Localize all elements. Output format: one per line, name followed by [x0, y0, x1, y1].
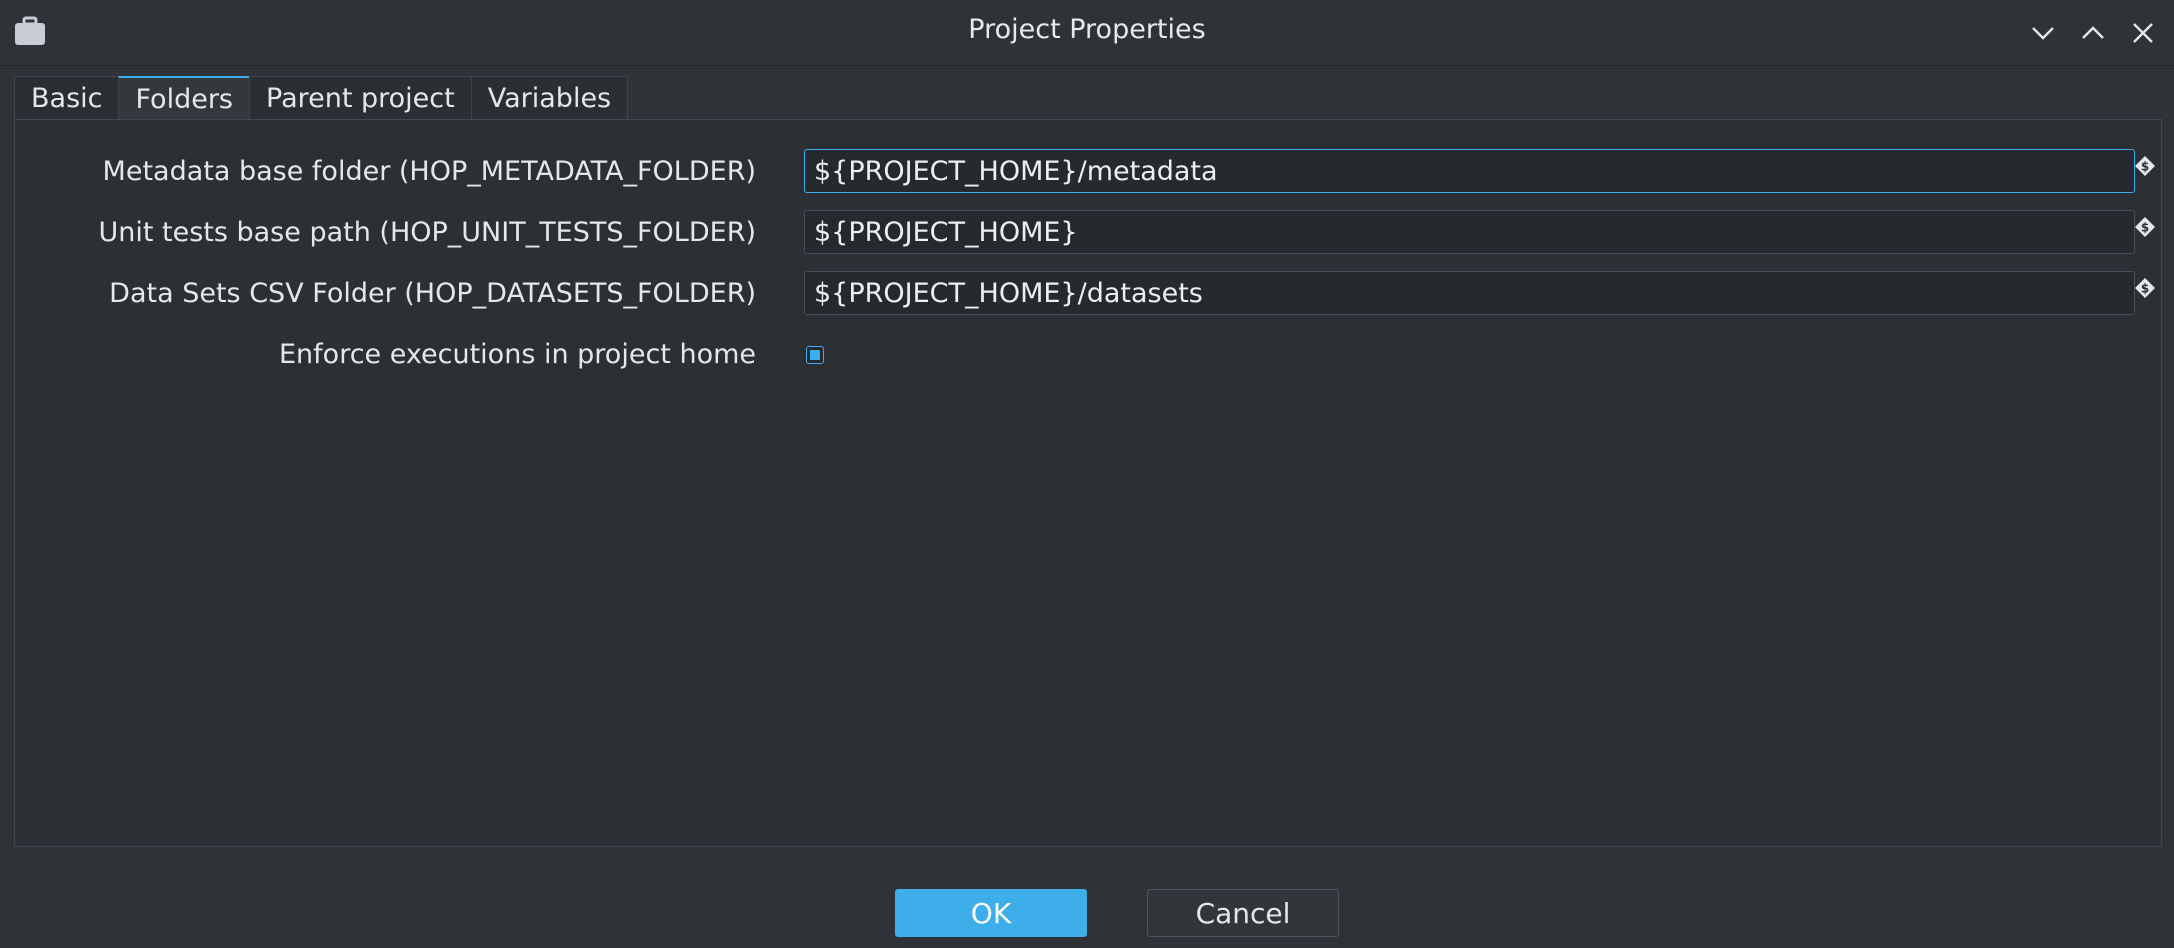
- datasets-folder-label: Data Sets CSV Folder (HOP_DATASETS_FOLDE…: [109, 278, 756, 309]
- title-bar: Project Properties: [0, 0, 2174, 66]
- svg-text:$: $: [2141, 282, 2149, 296]
- minimize-button[interactable]: [2026, 16, 2060, 50]
- chevron-up-icon: [2082, 26, 2104, 39]
- chevron-down-icon: [2032, 27, 2054, 40]
- window-title: Project Properties: [968, 14, 1206, 45]
- maximize-button[interactable]: [2076, 16, 2110, 50]
- tab-basic[interactable]: Basic: [14, 76, 120, 120]
- unit-tests-path-label: Unit tests base path (HOP_UNIT_TESTS_FOL…: [98, 217, 756, 248]
- metadata-folder-label: Metadata base folder (HOP_METADATA_FOLDE…: [102, 156, 756, 187]
- variable-icon[interactable]: $: [2134, 216, 2156, 238]
- variable-icon[interactable]: $: [2134, 155, 2156, 177]
- tab-folders[interactable]: Folders: [118, 76, 250, 120]
- folders-panel: Metadata base folder (HOP_METADATA_FOLDE…: [14, 119, 2162, 847]
- datasets-folder-input[interactable]: [804, 271, 2135, 315]
- tab-bar: Basic Folders Parent project Variables: [14, 76, 629, 120]
- variable-icon[interactable]: $: [2134, 277, 2156, 299]
- close-button[interactable]: [2126, 16, 2160, 50]
- enforce-executions-checkbox[interactable]: [806, 346, 824, 364]
- checkbox-check-mark: [810, 350, 820, 360]
- tab-parent-project[interactable]: Parent project: [249, 76, 472, 120]
- unit-tests-path-input[interactable]: [804, 210, 2135, 254]
- ok-button[interactable]: OK: [895, 889, 1087, 937]
- metadata-folder-input[interactable]: [804, 149, 2135, 193]
- close-icon: [2133, 23, 2153, 43]
- svg-text:$: $: [2141, 221, 2149, 235]
- cancel-button[interactable]: Cancel: [1147, 889, 1339, 937]
- enforce-executions-label: Enforce executions in project home: [279, 339, 756, 370]
- svg-text:$: $: [2141, 160, 2149, 174]
- tab-variables[interactable]: Variables: [470, 76, 629, 120]
